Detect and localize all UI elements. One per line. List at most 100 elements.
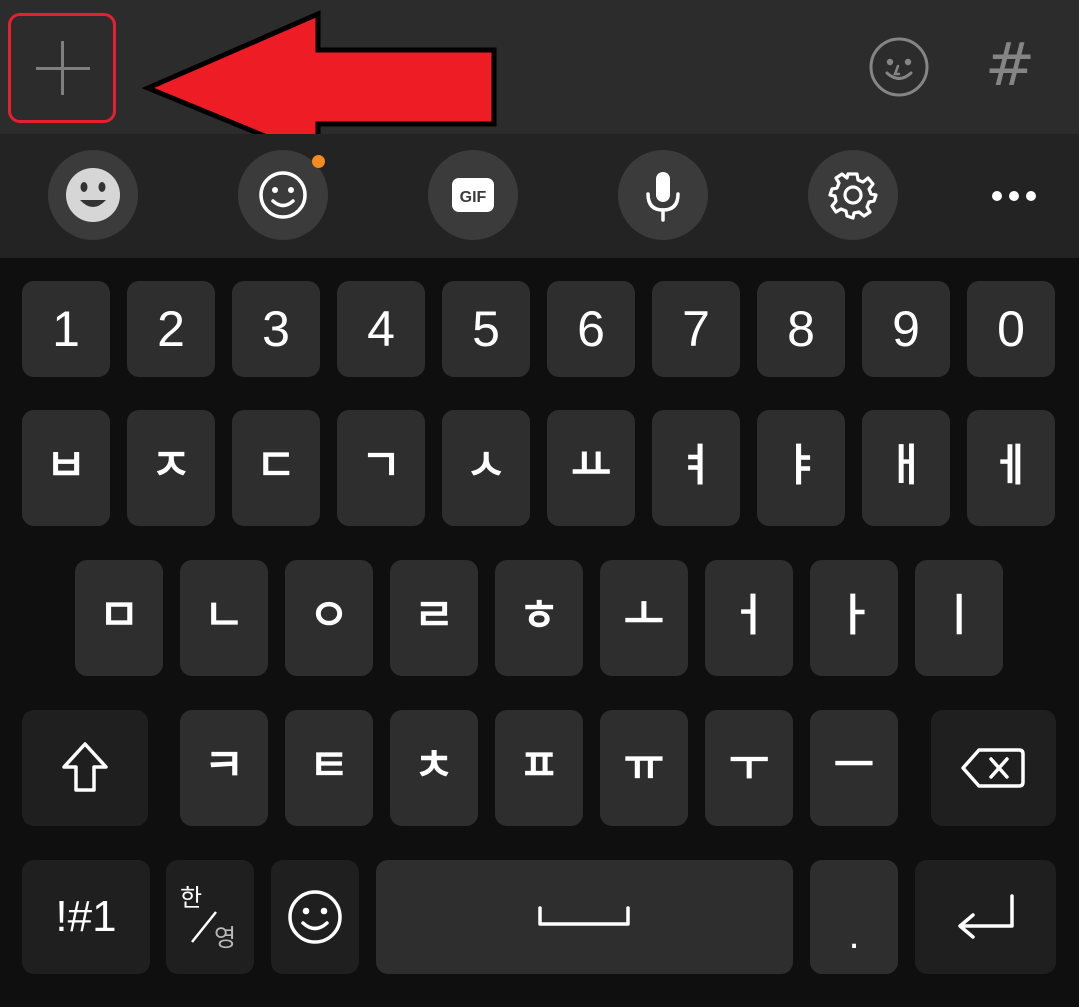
key-label: ㅋ [203,740,245,791]
smiley-icon [288,890,342,944]
gif-icon: GIF [452,178,494,212]
key-label: 8 [787,301,815,357]
highlight-box [8,13,116,123]
key-label: ㅠ [623,740,665,791]
key-e[interactable]: ㅔ [967,410,1055,526]
hashtag-button[interactable]: # [980,30,1040,100]
key-label: ㅅ [465,440,507,491]
bitmoji-face-icon [66,168,120,222]
key-6[interactable]: 6 [547,281,635,377]
key-ae[interactable]: ㅐ [862,410,950,526]
enter-key[interactable] [915,860,1056,974]
key-label: ㅗ [623,590,665,641]
period-key[interactable]: . [810,860,898,974]
key-eo[interactable]: ㅓ [705,560,793,676]
gear-icon [828,172,878,220]
key-yu[interactable]: ㅠ [600,710,688,826]
symbols-key[interactable]: !#1 [22,860,150,974]
key-label: 1 [52,301,80,357]
key-digeut[interactable]: ㄷ [232,410,320,526]
microphone-icon [646,172,680,222]
key-label: ㅣ [938,590,980,641]
key-giyeok[interactable]: ㄱ [337,410,425,526]
key-label: ㄱ [360,440,402,491]
key-a[interactable]: ㅏ [810,560,898,676]
key-label: ㅓ [728,590,770,641]
key-5[interactable]: 5 [442,281,530,377]
key-label: 7 [682,301,710,357]
key-label: ㅕ [675,440,717,491]
shift-key[interactable] [22,710,148,826]
key-siot[interactable]: ㅅ [442,410,530,526]
key-rieul[interactable]: ㄹ [390,560,478,676]
key-yeo[interactable]: ㅕ [652,410,740,526]
space-bar-icon [538,906,630,926]
key-o[interactable]: ㅗ [600,560,688,676]
chat-input-bar: # [0,0,1079,160]
key-7[interactable]: 7 [652,281,740,377]
key-u[interactable]: ㅜ [705,710,793,826]
key-label: ㅜ [728,740,770,791]
key-tieut[interactable]: ㅌ [285,710,373,826]
emoji-key[interactable] [271,860,359,974]
key-label: !#1 [55,892,117,941]
voice-input-button[interactable] [618,150,708,240]
smiley-face-icon[interactable] [868,36,930,98]
key-label: ㅌ [308,740,350,791]
key-chieut[interactable]: ㅊ [390,710,478,826]
key-bieup[interactable]: ㅂ [22,410,110,526]
more-dots-icon[interactable] [984,174,1044,218]
key-i[interactable]: ㅣ [915,560,1003,676]
key-label: ㅡ [833,740,875,791]
key-4[interactable]: 4 [337,281,425,377]
key-pieup[interactable]: ㅍ [495,710,583,826]
key-label: ㅂ [45,440,87,491]
shift-arrow-icon [62,742,108,792]
key-jieut[interactable]: ㅈ [127,410,215,526]
key-nieun[interactable]: ㄴ [180,560,268,676]
key-label: ㅊ [413,740,455,791]
key-ieung[interactable]: ㅇ [285,560,373,676]
enter-return-icon [958,894,1014,939]
key-label: ㅑ [780,440,822,491]
notification-dot [312,155,325,168]
key-yo[interactable]: ㅛ [547,410,635,526]
key-label: ㅏ [833,590,875,641]
language-switch-key[interactable]: 한 영 [166,860,254,974]
key-1[interactable]: 1 [22,281,110,377]
key-label: ㅐ [885,440,927,491]
key-kieuk[interactable]: ㅋ [180,710,268,826]
key-3[interactable]: 3 [232,281,320,377]
key-label: 3 [262,301,290,357]
key-label: 4 [367,301,395,357]
keyboard-toolbar: GIF [0,134,1079,258]
key-label: ㅎ [518,590,560,641]
key-label: 6 [577,301,605,357]
key-label: ㅁ [98,590,140,641]
key-0[interactable]: 0 [967,281,1055,377]
key-9[interactable]: 9 [862,281,950,377]
key-ya[interactable]: ㅑ [757,410,845,526]
key-label: ㄴ [203,590,245,641]
keyboard-screen: # GIF 1 2 3 4 5 6 7 8 9 0 ㅂ ㅈ ㄷ ㄱ ㅅ ㅛ ㅕ … [0,0,1079,1007]
key-label: ㅍ [518,740,560,791]
space-key[interactable] [376,860,793,974]
key-label: ㅈ [150,440,192,491]
key-label: ㅔ [990,440,1032,491]
key-2[interactable]: 2 [127,281,215,377]
key-mieum[interactable]: ㅁ [75,560,163,676]
key-label: 5 [472,301,500,357]
gif-button[interactable]: GIF [428,150,518,240]
gif-label: GIF [460,189,487,206]
key-label: . [848,913,860,957]
key-hieut[interactable]: ㅎ [495,560,583,676]
settings-button[interactable] [808,150,898,240]
bitmoji-button[interactable] [48,150,138,240]
lang-english-label: 영 [214,924,237,952]
key-eu[interactable]: ㅡ [810,710,898,826]
key-label: 2 [157,301,185,357]
key-8[interactable]: 8 [757,281,845,377]
key-label: ㄷ [255,440,297,491]
backspace-key[interactable] [931,710,1056,826]
key-label: 0 [997,301,1025,357]
